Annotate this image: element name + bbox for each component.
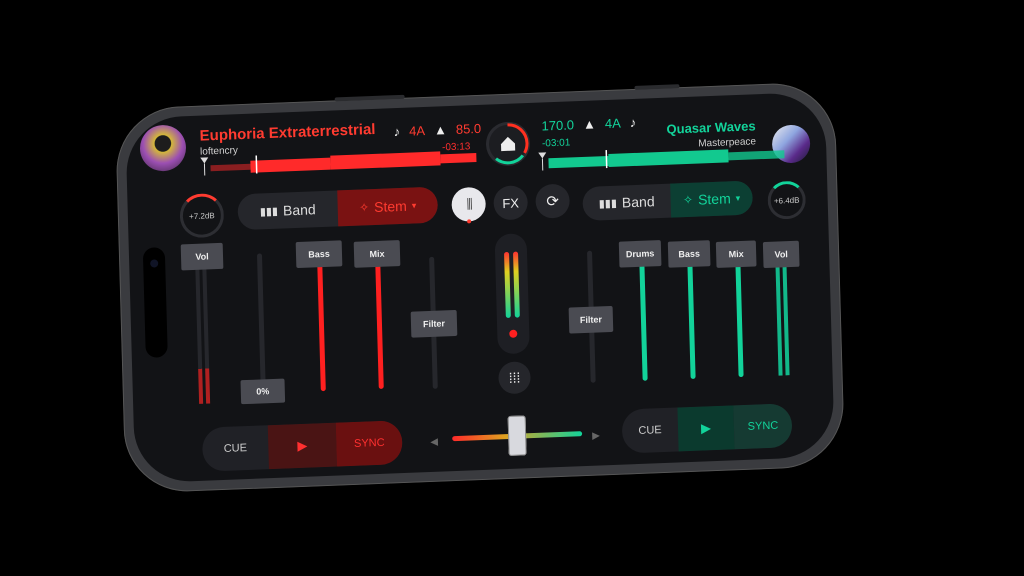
deck-a-title: Euphoria Extraterrestrial (199, 120, 376, 145)
equalizer-icon: ▮▮▮ (259, 205, 279, 218)
deck-b-band-tab[interactable]: ▮▮▮ Band (582, 184, 671, 221)
deck-a-stem-tab[interactable]: ✧ Stem ▾ (337, 186, 439, 227)
deck-b-bass-track (687, 256, 696, 379)
deck-a-bass-fader[interactable]: Bass (295, 240, 343, 269)
home-button[interactable] (485, 120, 531, 167)
deck-b-band-stem-toggle: ▮▮▮ Band ✧ Stem ▾ (582, 180, 754, 221)
music-note-icon: ♪ (629, 114, 637, 131)
fx-button[interactable]: FX (493, 185, 529, 221)
deck-b-key: 4A (604, 115, 621, 132)
volume-button (334, 94, 405, 102)
chevron-down-icon: ▾ (735, 192, 741, 203)
deck-a-filter-fader[interactable]: Filter (410, 309, 458, 338)
deck-a-band-tab[interactable]: ▮▮▮ Band (237, 190, 338, 230)
deck-a-pitch-track (256, 253, 267, 399)
progress-ring (487, 123, 529, 165)
deck-b-mix-track (735, 256, 744, 378)
deck-a-cue-button[interactable]: CUE (202, 425, 269, 472)
deck-a-waveform[interactable] (198, 145, 478, 178)
deck-a-gain-knob[interactable]: +7.2dB (179, 192, 225, 239)
deck-b-play-button[interactable]: ▶ (677, 405, 735, 452)
play-icon: ▶ (700, 420, 712, 436)
deck-a-bpm: 85.0 (455, 120, 482, 137)
deck-b-vol-fader[interactable]: Vol (762, 240, 800, 269)
equalizer-icon: ▮▮▮ (598, 197, 618, 210)
deck-b-vol-meter (775, 257, 790, 376)
deck-b-bass-fader[interactable]: Bass (667, 240, 711, 268)
metronome-icon: ▲ (582, 116, 597, 132)
phone-frame: Euphoria Extraterrestrial loftencry ♪ 4A… (114, 81, 846, 494)
deck-a-vol-fader[interactable]: Vol (180, 242, 224, 271)
deck-a-sync-button[interactable]: SYNC (335, 420, 403, 467)
deck-b-gain-value: +6.4dB (773, 195, 800, 206)
deck-a-playhead (255, 155, 258, 174)
deck-a-stem-label: Stem (373, 197, 408, 216)
deck-a-key: 4A (408, 123, 426, 139)
crossfader-left-arrow[interactable]: ◀ (430, 437, 438, 448)
deck-a-mix-track (375, 258, 384, 389)
deck-a-band-label: Band (282, 201, 316, 219)
deck-a-mix-fader[interactable]: Mix (353, 240, 401, 268)
mixer-indicator-dot (467, 219, 472, 224)
deck-b-mix-fader[interactable]: Mix (715, 240, 757, 268)
mixer-sliders-icon: ⫼ (466, 196, 471, 212)
deck-a-play-button[interactable]: ▶ (267, 422, 337, 470)
stem-icon: ✧ (358, 200, 370, 215)
deck-b-band-label: Band (621, 193, 655, 211)
master-level-meter (494, 233, 530, 355)
loop-button[interactable]: ⟳ (535, 183, 571, 219)
mixer-button[interactable]: ⫼ (451, 186, 487, 223)
grid-icon: ⁞⁞⁞ (508, 369, 521, 386)
action-button (634, 84, 680, 90)
deck-a-artwork[interactable] (139, 124, 187, 172)
deck-b-remaining: -03:01 (541, 137, 571, 150)
record-indicator (509, 329, 518, 338)
app-screen: Euphoria Extraterrestrial loftencry ♪ 4A… (125, 91, 835, 484)
crossfader-right-arrow[interactable]: ▶ (592, 431, 600, 442)
deck-b-gain-knob[interactable]: +6.4dB (767, 180, 807, 220)
deck-b-title: Quasar Waves (666, 118, 756, 137)
loop-icon: ⟳ (546, 192, 560, 211)
play-icon: ▶ (297, 437, 308, 454)
deck-b-sync-button[interactable]: SYNC (733, 403, 793, 450)
deck-b-drums-track (639, 256, 648, 381)
deck-b-waveform[interactable] (536, 141, 786, 173)
crossfader-handle[interactable] (507, 415, 527, 457)
deck-b-cue-button[interactable]: CUE (621, 408, 678, 454)
deck-b-cue-marker (538, 152, 547, 159)
deck-b-playhead (605, 150, 608, 169)
chevron-down-icon: ▾ (411, 199, 417, 211)
deck-a-gain-value: +7.2dB (188, 210, 215, 221)
grid-button[interactable]: ⁞⁞⁞ (498, 361, 531, 395)
music-note-icon: ♪ (393, 123, 401, 140)
deck-a-meta: ♪ 4A ▲ 85.0 (393, 121, 481, 139)
dynamic-island (142, 247, 168, 358)
deck-a-transport: CUE ▶ SYNC (201, 420, 403, 472)
deck-b-bpm: 170.0 (541, 117, 575, 134)
deck-b-drums-fader[interactable]: Drums (618, 240, 662, 268)
deck-a-band-stem-toggle: ▮▮▮ Band ✧ Stem ▾ (237, 186, 439, 231)
deck-a-pitch-fader[interactable]: 0% (240, 378, 286, 405)
fx-label: FX (502, 194, 520, 211)
deck-b-stem-tab[interactable]: ✧ Stem ▾ (670, 180, 754, 218)
deck-a-cue-marker (200, 157, 209, 164)
deck-a-vol-meter (195, 263, 211, 404)
deck-b-meta: 170.0 ▲ 4A ♪ (541, 115, 636, 134)
stem-icon: ✧ (682, 192, 694, 208)
deck-b-filter-fader[interactable]: Filter (568, 305, 614, 334)
metronome-icon: ▲ (433, 122, 448, 138)
deck-a-bass-track (317, 259, 326, 392)
deck-b-transport: CUE ▶ SYNC (621, 403, 793, 454)
deck-b-stem-label: Stem (697, 190, 731, 208)
